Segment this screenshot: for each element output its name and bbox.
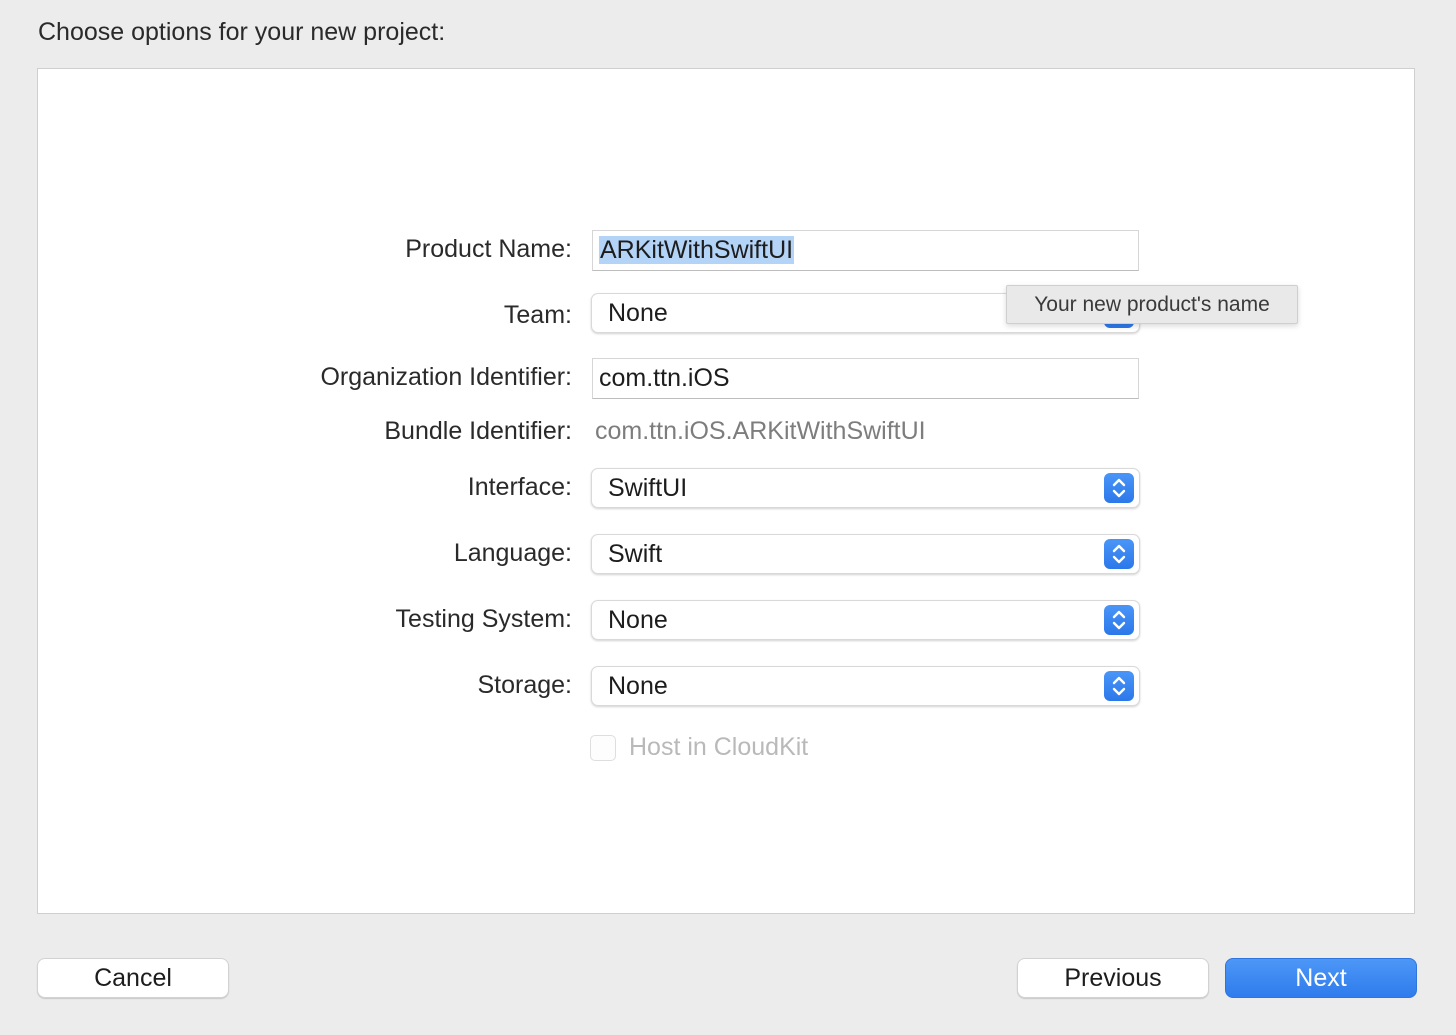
- bundle-identifier-value: com.ttn.iOS.ARKitWithSwiftUI: [595, 417, 926, 445]
- organization-identifier-label: Organization Identifier:: [320, 363, 572, 391]
- interface-label: Interface:: [467, 473, 572, 501]
- next-button[interactable]: Next: [1225, 958, 1417, 998]
- interface-value: SwiftUI: [608, 474, 688, 502]
- cancel-button[interactable]: Cancel: [37, 958, 229, 998]
- storage-label: Storage:: [477, 671, 572, 699]
- product-name-value: ARKitWithSwiftUI: [599, 236, 795, 264]
- up-down-chevron-icon: [1104, 605, 1134, 635]
- host-in-cloudkit-label: Host in CloudKit: [629, 733, 809, 761]
- up-down-chevron-icon: [1104, 671, 1134, 701]
- product-name-field[interactable]: ARKitWithSwiftUI: [592, 230, 1139, 271]
- storage-value: None: [608, 672, 668, 700]
- language-value: Swift: [608, 540, 663, 568]
- product-name-label: Product Name:: [405, 235, 572, 263]
- team-label: Team:: [503, 301, 572, 329]
- product-name-tooltip: Your new product's name: [1006, 285, 1298, 324]
- previous-button[interactable]: Previous: [1017, 958, 1209, 998]
- storage-popup[interactable]: None: [591, 666, 1140, 706]
- testing-system-popup[interactable]: None: [591, 600, 1140, 640]
- testing-system-label: Testing System:: [395, 605, 572, 633]
- page-title: Choose options for your new project:: [38, 18, 446, 46]
- testing-system-value: None: [608, 606, 668, 634]
- organization-identifier-field[interactable]: com.ttn.iOS: [592, 358, 1139, 399]
- bundle-identifier-label: Bundle Identifier:: [384, 417, 572, 445]
- organization-identifier-value: com.ttn.iOS: [599, 364, 730, 392]
- language-label: Language:: [453, 539, 572, 567]
- interface-popup[interactable]: SwiftUI: [591, 468, 1140, 508]
- host-in-cloudkit-checkbox: [590, 735, 616, 761]
- language-popup[interactable]: Swift: [591, 534, 1140, 574]
- team-value: None: [608, 299, 668, 327]
- up-down-chevron-icon: [1104, 539, 1134, 569]
- up-down-chevron-icon: [1104, 473, 1134, 503]
